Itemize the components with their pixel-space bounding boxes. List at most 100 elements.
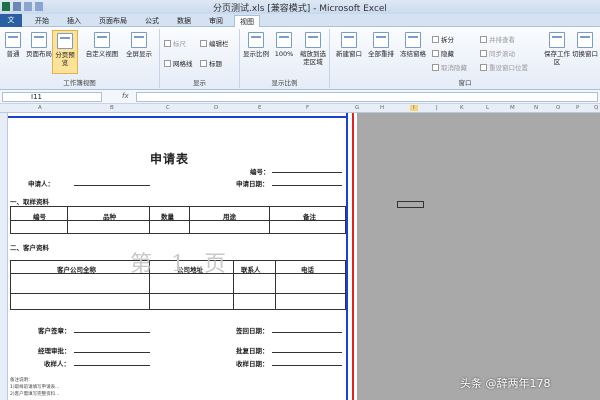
reset-window-button[interactable]: 重设窗口位置 <box>480 63 528 73</box>
column-header: 数量 <box>161 213 174 221</box>
page-layout-icon <box>31 32 47 48</box>
page-break-vertical[interactable] <box>346 113 348 400</box>
col-c[interactable]: C <box>166 105 170 111</box>
col-g[interactable]: G <box>355 105 359 111</box>
zoom-100-icon <box>276 32 292 48</box>
formula-input[interactable] <box>136 92 598 102</box>
col-e[interactable]: E <box>258 105 261 111</box>
receiver-label: 收样人： <box>44 360 70 368</box>
freeze-panes-button[interactable]: 冻结窗格 <box>398 30 428 74</box>
number-label: 编号： <box>250 168 270 176</box>
ruler-checkbox[interactable]: 标尺 <box>164 39 186 49</box>
split-button[interactable]: 拆分 <box>432 35 454 45</box>
col-h[interactable]: H <box>380 105 384 111</box>
tab-view[interactable]: 视图 <box>234 15 260 27</box>
print-area-border[interactable] <box>352 113 354 400</box>
group-show: 标尺 编辑栏 网格线 标题 显示 <box>160 29 240 88</box>
col-q[interactable]: Q <box>594 105 598 111</box>
sample-table: 编号 品种 数量 用途 备注 <box>10 206 346 234</box>
normal-view-icon <box>5 32 21 48</box>
save-workspace-button[interactable]: 保存工作区 <box>544 30 570 74</box>
headings-checkbox[interactable]: 标题 <box>200 59 222 69</box>
underline <box>74 352 150 353</box>
full-screen-button[interactable]: 全屏显示 <box>122 30 156 74</box>
new-window-button[interactable]: 新建窗口 <box>334 30 364 74</box>
tab-data[interactable]: 数据 <box>172 15 196 27</box>
switch-window-button[interactable]: 切换窗口 <box>572 30 598 74</box>
table-row <box>11 293 345 294</box>
sync-scroll-button[interactable]: 同步滚动 <box>480 49 515 59</box>
col-n[interactable]: N <box>534 105 538 111</box>
view-side-by-side-button[interactable]: 并排查看 <box>480 35 515 45</box>
column-header: 联系人 <box>241 266 261 274</box>
formula-bar-checkbox[interactable]: 编辑栏 <box>200 39 229 49</box>
sheet-title: 申请表 <box>150 152 190 166</box>
col-d[interactable]: D <box>214 105 218 111</box>
table-row <box>11 220 345 221</box>
underline <box>74 185 150 186</box>
table-cell <box>67 207 68 233</box>
unhide-button[interactable]: 取消隐藏 <box>432 63 467 73</box>
page-break-top[interactable] <box>8 116 348 118</box>
column-header: 客户公司全称 <box>57 266 96 274</box>
fx-icon[interactable]: fx <box>122 92 129 100</box>
selected-cell[interactable] <box>397 201 424 208</box>
full-screen-icon <box>131 32 147 48</box>
table-cell <box>149 207 150 233</box>
ribbon-tabs: 文件 开始 插入 页面布局 公式 数据 审阅 视图 <box>0 14 600 36</box>
col-b[interactable]: B <box>110 105 114 111</box>
col-k[interactable]: K <box>460 105 464 111</box>
normal-view-button[interactable]: 普通 <box>0 30 26 74</box>
gridlines-checkbox[interactable]: 网格线 <box>164 59 193 69</box>
save-workspace-icon <box>549 32 565 48</box>
zoom-selection-icon <box>305 32 321 48</box>
tab-home[interactable]: 开始 <box>30 15 54 27</box>
row-headers[interactable] <box>0 113 8 400</box>
magnifier-icon <box>248 32 264 48</box>
hide-button[interactable]: 隐藏 <box>432 49 454 59</box>
col-a[interactable]: A <box>38 105 42 111</box>
tab-file[interactable]: 文件 <box>0 14 22 36</box>
tab-formulas[interactable]: 公式 <box>140 15 164 27</box>
underline <box>74 332 150 333</box>
underline <box>74 365 150 366</box>
tab-insert[interactable]: 插入 <box>62 15 86 27</box>
table-cell <box>233 261 234 309</box>
tab-page-layout[interactable]: 页面布局 <box>94 15 132 27</box>
section-2-title: 二、客户资料 <box>10 244 49 252</box>
name-box[interactable]: I11 <box>2 92 102 102</box>
ribbon: 普通 页面布局 分页预览 自定义视图 全屏显示 工作簿视图 标尺 编辑栏 网格线… <box>0 27 600 90</box>
zoom-100-button[interactable]: 100% <box>272 30 296 74</box>
column-header: 用途 <box>223 213 236 221</box>
column-header: 备注 <box>303 213 316 221</box>
group-label: 显示 <box>193 79 206 87</box>
custom-views-button[interactable]: 自定义视图 <box>84 30 120 74</box>
col-m[interactable]: M <box>510 105 515 111</box>
col-f[interactable]: F <box>306 105 309 111</box>
new-window-icon <box>341 32 357 48</box>
col-l[interactable]: L <box>486 105 489 111</box>
col-j[interactable]: J <box>436 105 438 111</box>
manager-label: 经理审批： <box>38 347 71 355</box>
page-break-icon <box>57 33 73 49</box>
col-o[interactable]: O <box>556 105 560 111</box>
group-workbook-views: 普通 页面布局 分页预览 自定义视图 全屏显示 工作簿视图 <box>0 29 160 88</box>
custom-views-icon <box>94 32 110 48</box>
page-break-preview-button[interactable]: 分页预览 <box>52 30 78 74</box>
column-headers: A B C D E F G H I J K L M N O P Q <box>0 104 600 113</box>
zoom-button[interactable]: 显示比例 <box>242 30 270 74</box>
non-print-area[interactable] <box>357 113 600 400</box>
column-header: 品种 <box>103 213 116 221</box>
zoom-selection-button[interactable]: 缩放到选定区域 <box>298 30 328 74</box>
col-p[interactable]: P <box>576 105 579 111</box>
tab-review[interactable]: 审阅 <box>204 15 228 27</box>
column-header: 电话 <box>301 266 314 274</box>
arrange-all-button[interactable]: 全部重排 <box>366 30 396 74</box>
receive-date-label: 收样日期： <box>236 360 269 368</box>
approve-date-label: 批复日期： <box>236 347 269 355</box>
col-i[interactable]: I <box>410 105 418 111</box>
underline <box>272 332 342 333</box>
group-label: 工作簿视图 <box>63 79 96 87</box>
apply-date-label: 申请日期： <box>236 180 269 188</box>
page-layout-view-button[interactable]: 页面布局 <box>26 30 52 74</box>
